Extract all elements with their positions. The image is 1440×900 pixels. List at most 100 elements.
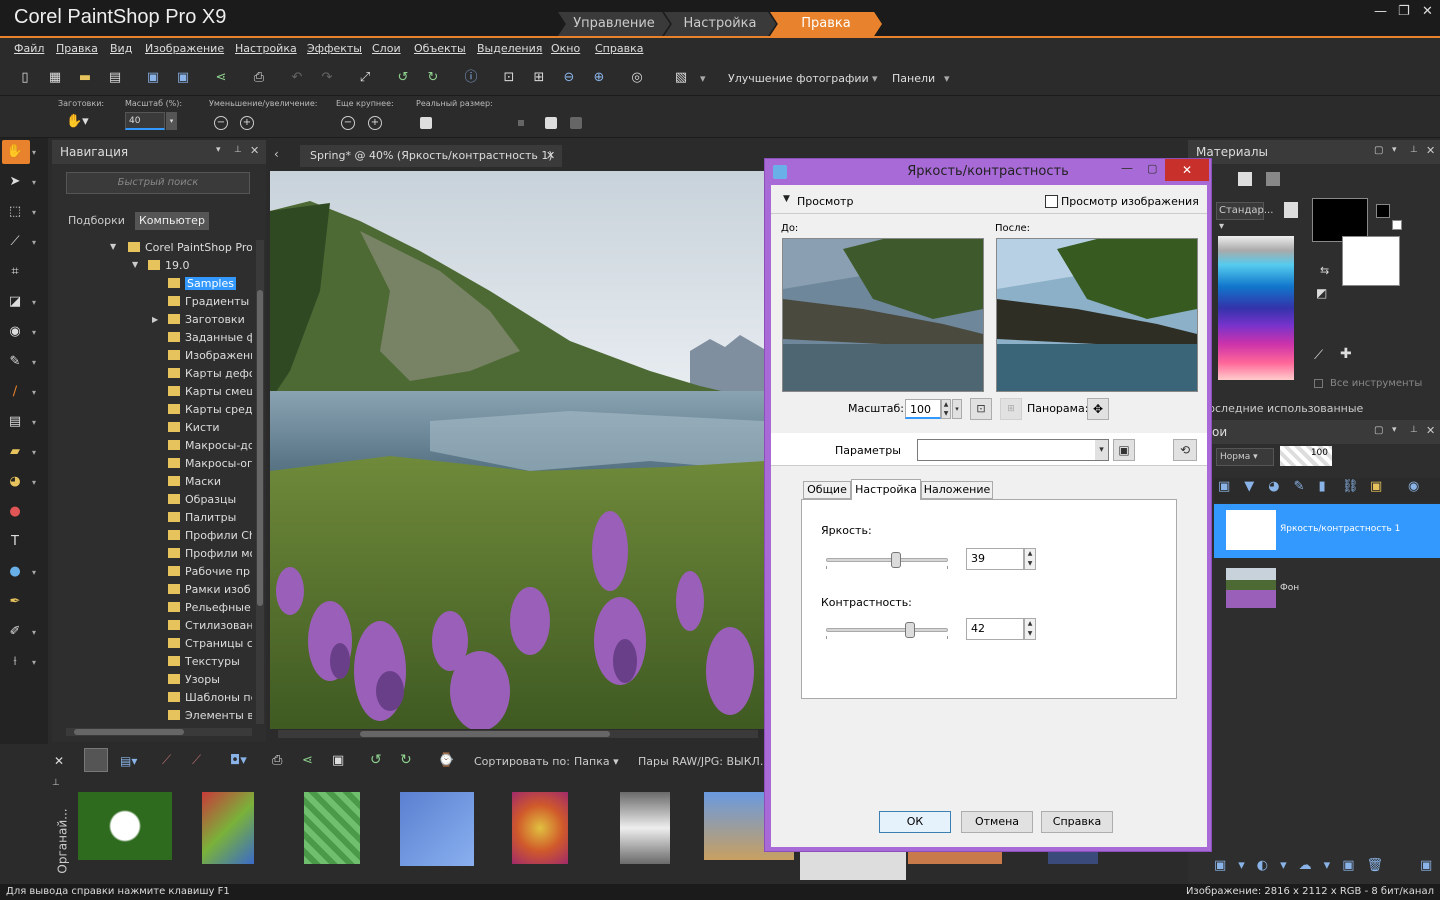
fit-image-small-icon[interactable] bbox=[545, 117, 557, 129]
brush-tool-icon[interactable]: ∕ bbox=[6, 383, 24, 401]
tree-item[interactable]: Профили мо bbox=[168, 545, 252, 563]
tree-item[interactable]: Corel PaintShop Pro bbox=[128, 239, 252, 257]
enhance-photo-menu[interactable]: Улучшение фотографии bbox=[728, 72, 869, 85]
menu-file[interactable]: Файл bbox=[14, 42, 44, 55]
tree-item[interactable]: Изображени bbox=[168, 347, 252, 365]
tab-edit[interactable]: Правка bbox=[770, 12, 882, 36]
fill-tool-arrow-icon[interactable]: ▾ bbox=[32, 478, 36, 487]
tab-general[interactable]: Общие bbox=[803, 481, 851, 499]
zoom-more-in-icon[interactable]: + bbox=[368, 116, 382, 130]
dialog-close-icon[interactable]: ✕ bbox=[1165, 159, 1209, 181]
organizer-view-list-icon[interactable]: ▤▾ bbox=[120, 754, 137, 768]
save-preset-icon[interactable]: ▣ bbox=[1113, 439, 1135, 461]
contrast-slider-thumb[interactable] bbox=[905, 622, 916, 638]
organizer-rotate-right-icon[interactable]: ↻ bbox=[400, 752, 412, 768]
menu-image[interactable]: Изображение bbox=[145, 42, 224, 55]
materials-menu-icon[interactable]: ▾ bbox=[1392, 145, 1397, 155]
eraser-tool-icon[interactable]: ▰ bbox=[6, 443, 24, 461]
fit-window-icon[interactable]: ⊞ bbox=[530, 69, 548, 87]
layers-close-icon[interactable]: ✕ bbox=[1426, 424, 1435, 437]
resize-icon[interactable]: ⤢ bbox=[356, 69, 374, 87]
dialog-pan-icon[interactable]: ✥ bbox=[1087, 398, 1109, 420]
zoom-more-out-icon[interactable]: − bbox=[341, 116, 355, 130]
tree-item[interactable]: Кисти bbox=[168, 419, 252, 437]
link-layer-icon[interactable]: ⛓ bbox=[1342, 479, 1359, 494]
overview-icon[interactable]: ◎ bbox=[628, 69, 646, 87]
menu-objects[interactable]: Объекты bbox=[414, 42, 466, 55]
gradient-swatch-icon[interactable] bbox=[1238, 172, 1252, 186]
undo-icon[interactable]: ↶ bbox=[288, 69, 306, 87]
palette-select[interactable]: Стандар... ▾ bbox=[1216, 202, 1273, 232]
tree-item[interactable]: Палитры bbox=[168, 509, 252, 527]
materials-close-icon[interactable]: ✕ bbox=[1426, 144, 1435, 157]
gradient-tool-icon[interactable]: ▤ bbox=[6, 413, 24, 431]
tree-item[interactable]: Samples bbox=[168, 275, 252, 293]
thumbnail-leaves[interactable] bbox=[304, 792, 360, 864]
tab-adjust[interactable]: Настройка bbox=[664, 12, 776, 36]
organizer-slideshow-icon[interactable]: ▣ bbox=[332, 753, 344, 768]
thumbnail-spiral[interactable] bbox=[512, 792, 568, 864]
organizer-print-icon[interactable]: ⎙ bbox=[272, 753, 282, 768]
bg-small-swatch[interactable] bbox=[1392, 220, 1402, 230]
layers-pin-icon[interactable]: ⊥ bbox=[1410, 425, 1418, 435]
organizer-adjust-icon[interactable]: ⌚ bbox=[438, 753, 454, 768]
red-eye-tool-icon[interactable]: ◉ bbox=[6, 323, 24, 341]
hand-preset-icon[interactable]: ✋▾ bbox=[66, 114, 89, 129]
fit-small-icon[interactable] bbox=[518, 120, 524, 126]
dialog-zoom-dropdown-icon[interactable]: ▾ bbox=[952, 399, 962, 419]
tree-item[interactable]: Заданные ф bbox=[168, 329, 252, 347]
tree-item[interactable]: 19.0 bbox=[148, 257, 252, 275]
tab-manage[interactable]: Управление bbox=[558, 12, 670, 36]
lock-layer-icon[interactable]: ▣ bbox=[1370, 479, 1382, 494]
reset-icon[interactable]: ⟲ bbox=[1173, 439, 1197, 461]
contrast-input[interactable]: 42 bbox=[966, 618, 1024, 640]
dropper-tool-arrow-icon[interactable]: ▾ bbox=[32, 238, 36, 247]
open-folder-icon[interactable]: ▬ bbox=[76, 69, 94, 87]
menu-selections[interactable]: Выделения bbox=[477, 42, 542, 55]
tree-item[interactable]: Рельефные bbox=[168, 599, 252, 617]
eyedropper-icon[interactable]: ⟋ bbox=[1314, 348, 1323, 363]
layers-menu-icon[interactable]: ▾ bbox=[1392, 425, 1397, 435]
tree-item[interactable]: Макросы-ог bbox=[168, 455, 252, 473]
restore-icon[interactable]: ❐ bbox=[1398, 4, 1410, 19]
tab-settings[interactable]: Настройка bbox=[851, 479, 921, 500]
layer-tool-icons[interactable]: ▣▼◕✎▮ bbox=[1218, 479, 1340, 494]
preview-collapse-icon[interactable]: ▼ bbox=[783, 194, 790, 204]
after-preview[interactable] bbox=[996, 238, 1198, 392]
tree-item[interactable]: Стилизовани bbox=[168, 617, 252, 635]
tree-item[interactable]: Образцы bbox=[168, 491, 252, 509]
thumbnail-cockatoo[interactable] bbox=[620, 792, 670, 864]
organizer-share-icon[interactable]: ⋖ bbox=[302, 753, 313, 768]
clone-tool-icon[interactable]: ⟊ bbox=[6, 653, 24, 671]
selection-tool-icon[interactable]: ⬚ bbox=[6, 203, 24, 221]
palette-options-icon[interactable] bbox=[1284, 202, 1298, 218]
tree-item[interactable]: Профили Сh bbox=[168, 527, 252, 545]
warp-tool-icon[interactable]: ✐ bbox=[6, 623, 24, 641]
tree-item[interactable]: Карты средь bbox=[168, 401, 252, 419]
info-icon[interactable]: ⓘ bbox=[462, 69, 480, 87]
document-tab[interactable]: Spring* @ 40% (Яркость/контрастность 1) … bbox=[300, 145, 562, 167]
tree-item[interactable]: Карты смещ bbox=[168, 383, 252, 401]
dialog-zoom-input[interactable]: 100 bbox=[905, 399, 941, 419]
zoom-spin[interactable]: ▾ bbox=[166, 112, 177, 130]
ok-button[interactable]: ОК bbox=[879, 811, 951, 833]
text-tool-icon[interactable]: T bbox=[6, 533, 24, 551]
thumbnail-daisy[interactable] bbox=[78, 792, 172, 860]
tree-expand-version-icon[interactable]: ▼ bbox=[132, 260, 138, 269]
zoom-input[interactable]: 40 bbox=[125, 112, 165, 130]
panels-dropdown-icon[interactable]: ▾ bbox=[944, 72, 950, 85]
tree-item[interactable]: Карты дефо bbox=[168, 365, 252, 383]
shape-tool-icon[interactable]: ● bbox=[6, 563, 24, 581]
tree-item[interactable]: Страницы сп bbox=[168, 635, 252, 653]
blend-mode-select[interactable]: Норма ▾ bbox=[1216, 448, 1274, 466]
sort-by-select[interactable]: Папка ▾ bbox=[574, 755, 619, 768]
tab-computer[interactable]: Компьютер bbox=[135, 212, 209, 230]
materials-max-icon[interactable]: ▢ bbox=[1374, 145, 1383, 156]
all-tools-checkbox[interactable] bbox=[1314, 379, 1323, 388]
tree-item[interactable]: Заготовки bbox=[168, 311, 252, 329]
organizer-tag2-icon[interactable]: ⟋ bbox=[192, 753, 201, 768]
close-icon[interactable]: ✕ bbox=[1422, 4, 1433, 19]
tree-item[interactable]: Шаблоны пе bbox=[168, 689, 252, 707]
params-select[interactable] bbox=[917, 439, 1109, 461]
swap-colors-icon[interactable]: ⇆ bbox=[1320, 264, 1329, 277]
